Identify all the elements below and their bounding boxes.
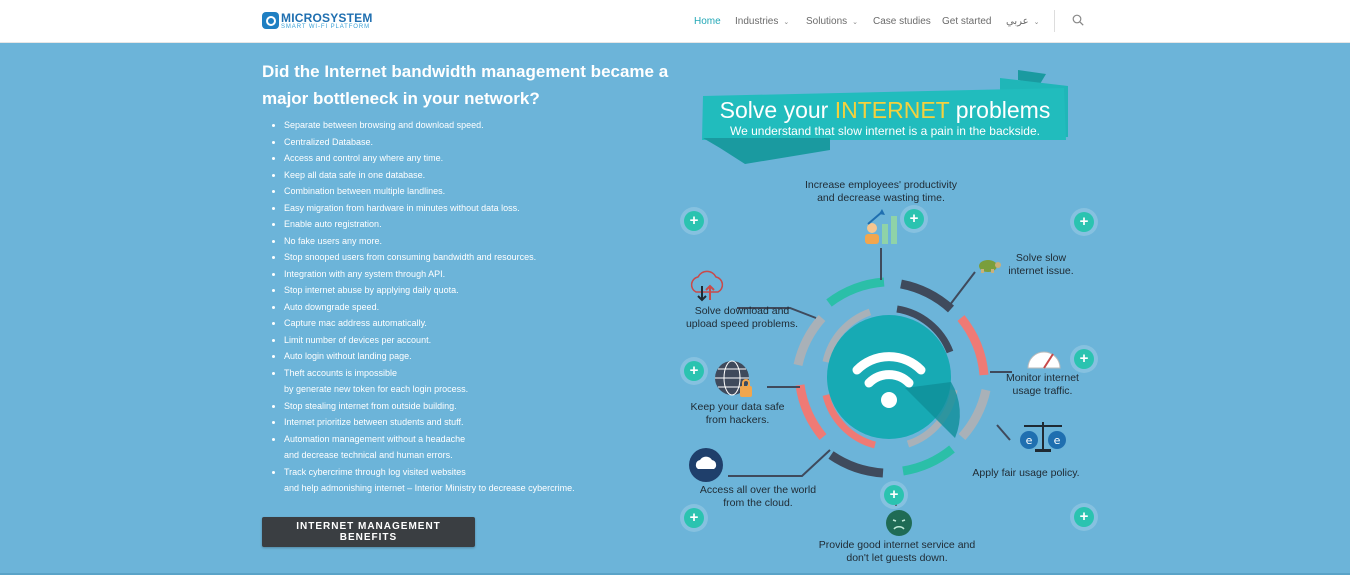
feature-text-line: don't let guests down. — [846, 552, 948, 564]
expand-plus-icon[interactable]: + — [1074, 349, 1094, 369]
feature-text-line: Keep your data safe — [690, 401, 785, 413]
globe-lock-icon — [715, 360, 752, 397]
ring-segment — [900, 279, 955, 313]
feature-text-line: Provide good internet service and — [818, 539, 976, 551]
turtle-icon — [979, 260, 1001, 273]
ring-segment — [957, 315, 989, 376]
feature-text-line: upload speed problems. — [685, 318, 799, 330]
banner-subtitle: We understand that slow internet is a pa… — [730, 124, 1040, 138]
expand-plus-icon[interactable]: + — [684, 361, 704, 381]
feature-text-line: Solve slow — [1015, 252, 1067, 264]
feature-text-line: from hackers. — [705, 414, 770, 426]
feature-text-line: Solve download and — [694, 305, 790, 317]
expand-plus-icon[interactable]: + — [904, 209, 924, 229]
infographic-graphics — [702, 70, 1068, 506]
feature-text-line: from the cloud. — [723, 497, 793, 509]
feature-text-line: internet issue. — [1008, 265, 1074, 277]
feature-hackers: Keep your data safe from hackers. — [680, 401, 795, 427]
expand-plus-icon[interactable]: + — [684, 508, 704, 528]
expand-plus-icon[interactable]: + — [1074, 507, 1094, 527]
feature-fair-usage: Apply fair usage policy. — [966, 467, 1086, 480]
feature-productivity: Increase employees' productivity and decr… — [790, 179, 972, 205]
sad-face-icon — [886, 510, 912, 536]
feature-speed: Solve download and upload speed problems. — [678, 305, 806, 331]
svg-text:e: e — [1054, 434, 1061, 447]
feature-text-line: Apply fair usage policy. — [972, 467, 1080, 479]
expand-plus-icon[interactable]: + — [1074, 212, 1094, 232]
cloud-transfer-icon — [690, 270, 724, 302]
ring-segment — [958, 388, 991, 440]
expand-plus-icon[interactable]: + — [684, 211, 704, 231]
wifi-dot — [881, 392, 897, 408]
ring-segment — [902, 445, 955, 476]
banner-title: Solve your INTERNET problems — [705, 97, 1065, 124]
ribbon-tail-left — [703, 138, 830, 164]
growth-chart-icon — [865, 209, 897, 244]
feature-text-line: Monitor internet — [1006, 372, 1079, 384]
infographic: Solve your INTERNET problems We understa… — [0, 0, 1350, 575]
ring-segment — [795, 384, 827, 440]
feature-monitor: Monitor internet usage traffic. — [990, 372, 1095, 398]
expand-plus-icon[interactable]: + — [884, 485, 904, 505]
speedometer-icon — [1027, 351, 1061, 369]
banner-title-pre: Solve your — [719, 97, 835, 123]
banner-title-post: problems — [949, 97, 1051, 123]
banner-title-highlight: INTERNET — [834, 97, 950, 123]
feature-text-line: and decrease wasting time. — [817, 192, 945, 204]
svg-text:e: e — [1026, 434, 1033, 447]
ring-segment — [828, 451, 884, 478]
cloud-network-icon — [689, 448, 723, 482]
feature-cloud: Access all over the world from the cloud. — [690, 484, 826, 510]
feature-guests: Provide good internet service and don't l… — [806, 539, 988, 565]
feature-text-line: Access all over the world — [699, 484, 817, 496]
ring-segment — [826, 277, 885, 307]
feature-text-line: usage traffic. — [1012, 385, 1073, 397]
balance-scale-icon: e e — [1020, 422, 1066, 452]
feature-slow-internet: Solve slow internet issue. — [996, 252, 1086, 278]
feature-text-line: Increase employees' productivity — [805, 179, 957, 191]
